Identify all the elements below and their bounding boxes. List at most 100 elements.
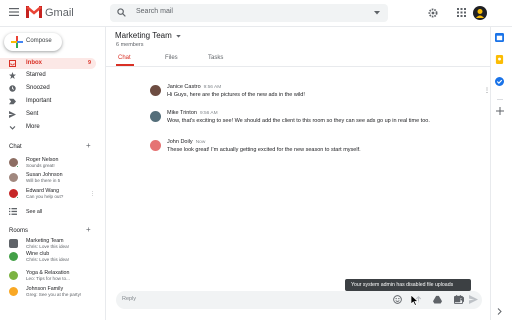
- send-icon[interactable]: [469, 295, 478, 304]
- room-last-message: Leo: Tips for how to...: [26, 276, 70, 281]
- room-item[interactable]: Johnson Family Greg: See you at the part…: [9, 286, 104, 298]
- more-options-icon[interactable]: ⋮: [90, 191, 95, 197]
- calendar-icon[interactable]: [454, 295, 463, 304]
- add-addon-icon[interactable]: [496, 107, 504, 115]
- message-time: 9:56 AM: [203, 85, 222, 90]
- see-all-label: See all: [26, 209, 43, 215]
- message-author: Janice Castro 9:56 AM: [167, 84, 221, 90]
- room-item[interactable]: Marketing Team Chris: Love this idea!: [9, 238, 104, 250]
- panel-divider: [105, 27, 106, 320]
- gear-icon[interactable]: [428, 8, 438, 18]
- inbox-icon: [9, 60, 16, 67]
- top-bar: Gmail Search mail: [0, 0, 512, 26]
- nav-sent[interactable]: Sent: [0, 109, 96, 120]
- app-name: Gmail: [45, 7, 74, 19]
- menu-icon[interactable]: [9, 8, 19, 16]
- drive-icon[interactable]: [433, 295, 442, 304]
- add-room-icon[interactable]: +: [86, 225, 91, 234]
- send-icon: [9, 111, 16, 118]
- compose-button[interactable]: Compose: [4, 33, 62, 51]
- unread-count: 9: [87, 60, 91, 66]
- mouse-cursor-icon: [411, 295, 419, 306]
- message-author: Mike Trinton 9:56 AM: [167, 110, 218, 116]
- calendar-addon-icon[interactable]: [495, 33, 504, 42]
- side-panel-divider: [490, 27, 491, 320]
- keep-addon-icon[interactable]: [495, 55, 504, 64]
- room-title[interactable]: Marketing Team: [115, 31, 172, 40]
- nav-label: Sent: [26, 111, 39, 117]
- clock-icon: [9, 85, 16, 92]
- nav-label: More: [26, 124, 40, 130]
- nav-important[interactable]: Important: [0, 96, 96, 107]
- chat-person[interactable]: Roger Nelson Sounds great!: [9, 157, 104, 169]
- tabs-divider: [106, 66, 490, 67]
- author-name: John Doily: [167, 139, 193, 145]
- tab-files[interactable]: Files: [165, 55, 178, 61]
- chevron-right-icon[interactable]: [497, 308, 502, 315]
- nav-snoozed[interactable]: Snoozed: [0, 83, 96, 94]
- reply-input[interactable]: Reply: [122, 296, 136, 302]
- chat-person[interactable]: Edward Wang Can you help out? ⋮: [9, 188, 104, 200]
- emoji-icon[interactable]: [393, 295, 402, 304]
- search-input[interactable]: Search mail: [136, 8, 173, 15]
- header-divider: [0, 26, 512, 27]
- author-name: Mike Trinton: [167, 110, 197, 116]
- nav-label: Snoozed: [26, 85, 50, 91]
- room-item[interactable]: Wine club Chris: Love this idea!: [9, 251, 104, 263]
- message-time: Now: [195, 140, 206, 145]
- message-text: Hi Guys, here are the pictures of the ne…: [167, 92, 305, 98]
- yoga-icon: [9, 271, 18, 280]
- chevron-down-icon: [9, 124, 16, 131]
- upload-disabled-tooltip: Your system admin has disabled file uplo…: [345, 279, 471, 291]
- chat-section-title: Chat: [9, 144, 22, 150]
- compose-label: Compose: [26, 38, 52, 44]
- important-icon: [9, 98, 16, 105]
- nav-label: Starred: [26, 72, 46, 78]
- room-last-message: Greg: See you at the party!: [26, 292, 82, 297]
- reply-box[interactable]: Reply: [116, 291, 482, 309]
- room-item[interactable]: Yoga & Relaxation Leo: Tips for how to..…: [9, 270, 104, 282]
- avatar: [150, 85, 161, 96]
- list-icon: [9, 208, 18, 217]
- person-status: Can you help out?: [26, 194, 64, 199]
- person-status: Will be there in 5: [26, 178, 61, 183]
- room-icon: [9, 239, 18, 248]
- nav-label: Inbox: [26, 60, 42, 66]
- search-options-icon[interactable]: [374, 11, 380, 15]
- rail-divider: [497, 99, 503, 100]
- author-name: Janice Castro: [167, 84, 201, 90]
- chat-person[interactable]: Susan Johnson Will be there in 5: [9, 172, 104, 184]
- account-avatar[interactable]: [473, 6, 487, 20]
- nav-label: Important: [26, 98, 52, 104]
- message-author: John Doily Now: [167, 139, 205, 145]
- search-icon[interactable]: [117, 8, 126, 17]
- see-all-link[interactable]: See all: [9, 206, 104, 218]
- tasks-addon-icon[interactable]: [495, 77, 504, 86]
- message-text: Wow, that's exciting to see! We should a…: [167, 118, 430, 124]
- online-indicator: [16, 165, 19, 168]
- person-status: Sounds great!: [26, 163, 55, 168]
- apps-icon[interactable]: [457, 8, 466, 17]
- room-last-message: Chris: Love this idea!: [26, 257, 69, 262]
- avatar: [9, 173, 18, 182]
- plus-icon: [11, 36, 23, 48]
- room-menu-caret-icon[interactable]: [176, 35, 181, 38]
- message-text: These look great! I'm actually getting e…: [167, 147, 361, 153]
- add-chat-icon[interactable]: +: [86, 141, 91, 150]
- nav-inbox[interactable]: Inbox 9: [0, 58, 96, 69]
- tab-chat[interactable]: Chat: [118, 55, 131, 61]
- nav-starred[interactable]: Starred: [0, 70, 96, 81]
- room-last-message: Chris: Love this idea!: [26, 244, 69, 249]
- avatar: [150, 111, 161, 122]
- online-indicator: [16, 196, 19, 199]
- search-box[interactable]: Search mail: [110, 4, 388, 22]
- message-time: 9:56 AM: [199, 111, 218, 116]
- tab-tasks[interactable]: Tasks: [208, 55, 223, 61]
- nav-more[interactable]: More: [0, 122, 96, 133]
- family-icon: [9, 287, 18, 296]
- gmail-logo-icon[interactable]: [26, 6, 42, 18]
- star-icon: [9, 72, 16, 79]
- room-member-count[interactable]: 6 members: [116, 42, 144, 48]
- rooms-section-title: Rooms: [9, 228, 29, 234]
- avatar: [150, 140, 161, 151]
